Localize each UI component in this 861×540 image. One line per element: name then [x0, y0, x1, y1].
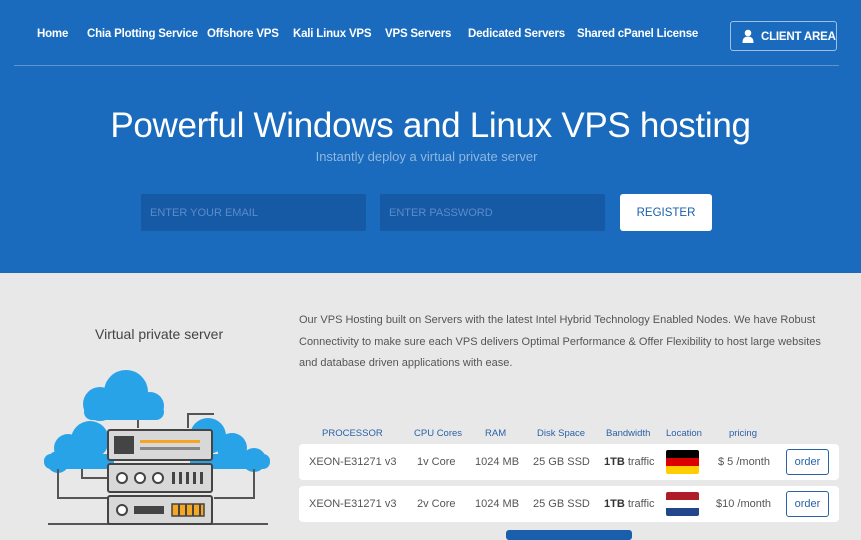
- email-field[interactable]: [141, 194, 366, 231]
- table-row: XEON-E31271 v3 2v Core 1024 MB 25 GB SSD…: [299, 486, 839, 522]
- bandwidth-cell: 1TB traffic: [604, 456, 655, 468]
- table-row: XEON-E31271 v3 1v Core 1024 MB 25 GB SSD…: [299, 444, 839, 480]
- nav-vps-servers[interactable]: VPS Servers: [385, 28, 451, 40]
- col-header-processor: PROCESSOR: [322, 428, 383, 439]
- hero-subtitle: Instantly deploy a virtual private serve…: [315, 149, 538, 164]
- price-cell: $ 5 /month: [718, 456, 770, 468]
- more-plans-button[interactable]: [506, 530, 632, 540]
- order-button[interactable]: order: [786, 449, 829, 475]
- bandwidth-cell: 1TB traffic: [604, 498, 655, 510]
- bandwidth-unit: traffic: [624, 498, 655, 510]
- disk-cell: 25 GB SSD: [533, 456, 590, 468]
- processor-cell: XEON-E31271 v3: [309, 498, 397, 510]
- netherlands-flag-icon: [666, 492, 699, 516]
- nav-dedicated-servers[interactable]: Dedicated Servers: [468, 28, 565, 40]
- col-header-location: Location: [666, 428, 702, 439]
- order-button[interactable]: order: [786, 491, 829, 517]
- hero-banner: Home Chia Plotting Service Offshore VPS …: [0, 0, 861, 273]
- section-description: Our VPS Hosting built on Servers with th…: [299, 314, 821, 369]
- nav-kali-linux-vps[interactable]: Kali Linux VPS: [293, 28, 372, 40]
- nav-divider: [14, 65, 839, 66]
- client-area-button[interactable]: CLIENT AREA: [730, 21, 837, 51]
- nav-home[interactable]: Home: [37, 28, 68, 40]
- password-field[interactable]: [380, 194, 605, 231]
- nav-shared-cpanel[interactable]: Shared cPanel License: [577, 28, 698, 40]
- price-cell: $10 /month: [716, 498, 772, 510]
- top-nav: Home Chia Plotting Service Offshore VPS …: [0, 0, 861, 66]
- section-title: Virtual private server: [95, 326, 224, 342]
- processor-cell: XEON-E31271 v3: [309, 456, 397, 468]
- ram-cell: 1024 MB: [475, 498, 520, 510]
- register-button[interactable]: REGISTER: [620, 194, 712, 231]
- hero-title: Powerful Windows and Linux VPS hosting: [110, 106, 751, 145]
- nav-chia-plotting[interactable]: Chia Plotting Service: [87, 28, 198, 40]
- col-header-ram: RAM: [485, 428, 507, 439]
- col-header-pricing: pricing: [729, 428, 757, 439]
- col-header-disk-space: Disk Space: [537, 428, 586, 439]
- cores-cell: 2v Core: [417, 498, 456, 510]
- col-header-bandwidth: Bandwidth: [606, 428, 651, 439]
- client-area-label: CLIENT AREA: [761, 31, 836, 43]
- cores-cell: 1v Core: [417, 456, 456, 468]
- nav-offshore-vps[interactable]: Offshore VPS: [207, 28, 279, 40]
- disk-cell: 25 GB SSD: [533, 498, 590, 510]
- server-cloud-illustration: [44, 370, 270, 525]
- bandwidth-amount: 1TB: [604, 498, 625, 510]
- germany-flag-icon: [666, 450, 699, 474]
- user-icon: [742, 29, 754, 43]
- bandwidth-amount: 1TB: [604, 456, 625, 468]
- bandwidth-unit: traffic: [624, 456, 655, 468]
- col-header-cpu-cores: CPU Cores: [414, 428, 463, 439]
- ram-cell: 1024 MB: [475, 456, 520, 468]
